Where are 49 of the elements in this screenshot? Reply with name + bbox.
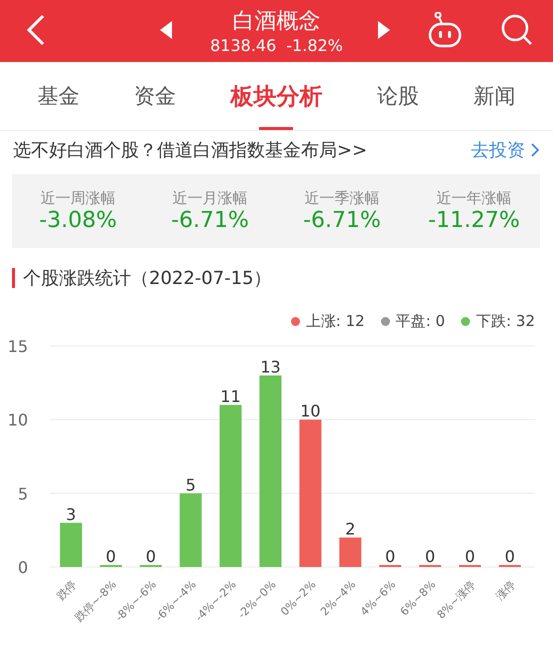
index-change: -1.82% [286, 36, 343, 54]
bar-value: 0 [464, 547, 476, 566]
bar-value: 10 [300, 402, 321, 421]
axis-label: 5 [18, 484, 28, 504]
index-price: 8138.46 [210, 36, 276, 54]
tab[interactable]: 板块分析 [230, 74, 322, 118]
invest-link[interactable]: 去投资 [471, 138, 539, 162]
bar-value: 13 [260, 357, 281, 376]
bar [339, 538, 362, 567]
tab[interactable]: 资金 [134, 76, 176, 116]
axis-label: 涨停 [493, 578, 518, 603]
tab[interactable]: 论股 [377, 76, 420, 116]
bar-value: 0 [385, 547, 396, 566]
chevron-icon [531, 143, 539, 157]
bar-value: 0 [504, 547, 515, 566]
axis-label: 10 [8, 410, 28, 430]
legend-label: 下跌: 32 [476, 312, 535, 330]
back-icon[interactable] [26, 14, 46, 46]
bar-value: 2 [345, 520, 356, 539]
legend-label: 平盘: 0 [396, 312, 446, 330]
stat-label: 近一年涨幅 [436, 189, 512, 208]
bar-value: 0 [425, 547, 436, 566]
bar-value: 3 [66, 504, 76, 524]
axis-label: 跌停 [54, 578, 80, 603]
bar-value: 5 [186, 475, 196, 494]
legend-label: 上涨: 12 [306, 312, 365, 330]
next-icon[interactable] [378, 21, 390, 39]
previous-icon[interactable] [160, 21, 172, 39]
axis-label: 15 [8, 337, 28, 356]
stat-value: -3.08% [39, 208, 117, 233]
robot-icon[interactable] [428, 12, 462, 48]
bar [60, 522, 82, 567]
tab[interactable]: 基金 [37, 76, 80, 116]
stat-label: 近一季涨幅 [304, 189, 380, 208]
axis-label: 0 [18, 558, 28, 577]
section-marker [12, 268, 15, 288]
stat-value: -6.71% [171, 208, 249, 233]
bar-value: 11 [220, 386, 241, 406]
promo-text: 选不好白酒个股？借道白酒指数基金布局>> [13, 139, 368, 162]
bar-value: 0 [146, 547, 156, 566]
stat-value: -11.27% [428, 208, 520, 233]
tab-indicator [259, 127, 294, 130]
section-title: 个股涨跌统计（2022-07-15） [23, 267, 272, 290]
tab[interactable]: 新闻 [474, 76, 516, 116]
stat-label: 近一月涨幅 [172, 189, 248, 208]
stat-label: 近一周涨幅 [40, 189, 116, 208]
stat-value: -6.71% [303, 208, 381, 233]
page-title: 白酒概念 [232, 8, 320, 36]
bar-value: 0 [106, 547, 116, 566]
